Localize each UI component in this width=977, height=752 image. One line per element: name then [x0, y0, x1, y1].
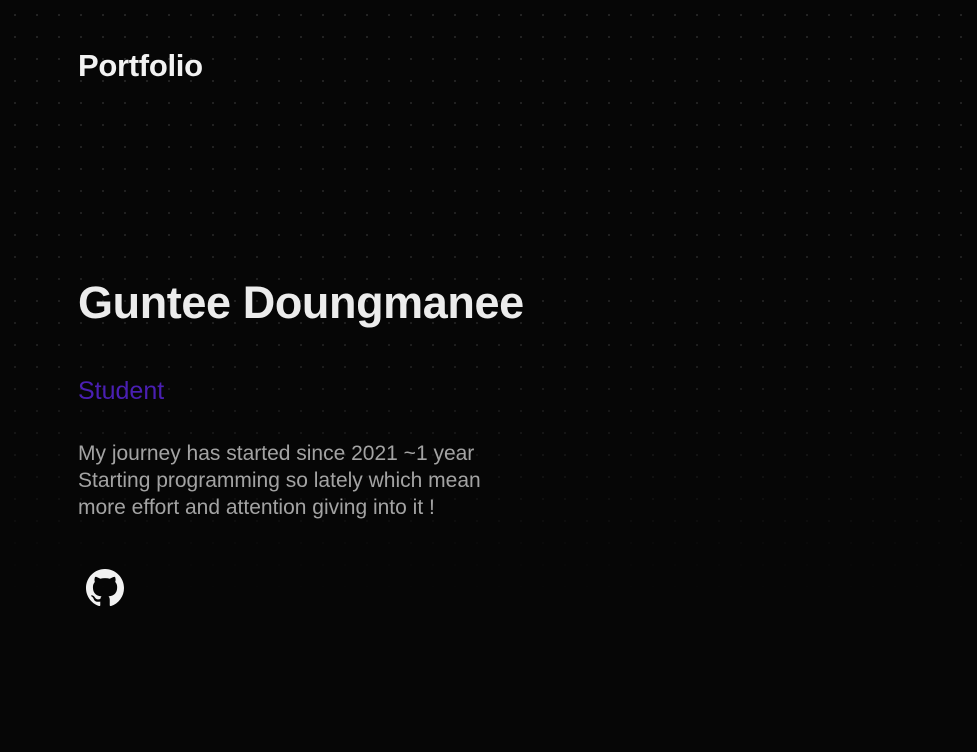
bio-line: Starting programming so lately which mea… — [78, 469, 481, 492]
hero-bio: My journey has started since 2021 ~1 yea… — [78, 440, 598, 521]
hero-role: Student — [78, 377, 165, 405]
bio-line: more effort and attention giving into it… — [78, 496, 435, 519]
hero-section: Guntee Doungmanee Student My journey has… — [78, 276, 598, 620]
bio-line: My journey has started since 2021 ~1 yea… — [78, 442, 475, 465]
site-logo-text[interactable]: Portfolio — [78, 48, 203, 84]
github-link[interactable] — [78, 561, 132, 615]
hero-name: Guntee Doungmanee — [78, 277, 524, 328]
github-icon — [86, 569, 124, 607]
